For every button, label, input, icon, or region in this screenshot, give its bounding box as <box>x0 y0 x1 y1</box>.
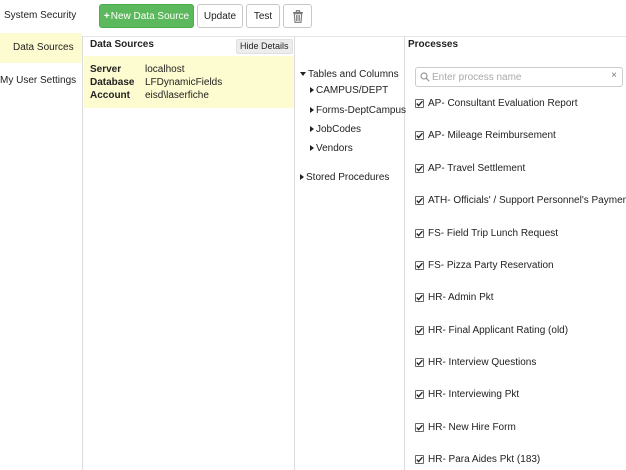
process-label: AP- Consultant Evaluation Report <box>428 98 578 109</box>
caret-right-icon <box>310 145 314 151</box>
process-label: HR- Final Applicant Rating (old) <box>428 325 569 336</box>
tree-node-label: Stored Procedures <box>306 172 390 183</box>
nav-item-data-sources[interactable]: Data Sources <box>0 33 82 63</box>
hide-details-button[interactable]: Hide Details <box>236 39 293 54</box>
left-nav: System Security Data Sources My User Set… <box>0 0 82 470</box>
detail-row-database: Database LFDynamicFields <box>90 76 222 90</box>
datasource-details[interactable]: Server localhost Database LFDynamicFields … <box>84 56 294 108</box>
caret-down-icon <box>300 72 306 76</box>
tree-node-label: Tables and Columns <box>308 69 399 80</box>
checkbox-checked-icon[interactable] <box>415 261 424 270</box>
datasources-divider <box>294 36 295 470</box>
process-item[interactable]: HR- Admin Pkt <box>415 290 626 306</box>
toolbar-divider <box>82 36 626 37</box>
checkbox-checked-icon[interactable] <box>415 131 424 140</box>
detail-row-account: Account eisd\laserfiche <box>90 89 209 103</box>
new-data-source-label: New Data Source <box>110 10 190 22</box>
process-search-box: × <box>415 67 623 87</box>
checkbox-checked-icon[interactable] <box>415 326 424 335</box>
process-label: FS- Pizza Party Reservation <box>428 260 554 271</box>
nav-divider <box>82 36 83 470</box>
tree-node-stored-procedures[interactable]: Stored Procedures <box>300 172 389 183</box>
process-label: ATH- Officials' / Support Personnel's Pa… <box>428 195 626 206</box>
process-label: FS- Field Trip Lunch Request <box>428 228 559 239</box>
process-search-input[interactable] <box>432 70 602 84</box>
process-label: HR- Para Aides Pkt (183) <box>428 454 541 465</box>
checkbox-checked-icon[interactable] <box>415 229 424 238</box>
checkbox-checked-icon[interactable] <box>415 423 424 432</box>
checkbox-checked-icon[interactable] <box>415 99 424 108</box>
process-item[interactable]: ATH- Officials' / Support Personnel's Pa… <box>415 193 626 209</box>
process-item[interactable]: HR- New Hire Form <box>415 420 626 436</box>
checkbox-checked-icon[interactable] <box>415 164 424 173</box>
process-item[interactable]: FS- Field Trip Lunch Request <box>415 226 626 242</box>
caret-right-icon <box>310 126 314 132</box>
tree-node-label: Forms-DeptCampus <box>316 105 407 116</box>
tree-node-label: CAMPUS/DEPT <box>316 85 389 96</box>
tree-node-label: JobCodes <box>316 124 362 135</box>
process-label: HR- Admin Pkt <box>428 292 494 303</box>
checkbox-checked-icon[interactable] <box>415 455 424 464</box>
tree-node-table[interactable]: CAMPUS/DEPT <box>310 85 388 96</box>
process-label: HR- Interviewing Pkt <box>428 389 520 400</box>
detail-value: eisd\laserfiche <box>145 90 209 101</box>
detail-value: localhost <box>145 64 185 75</box>
clear-icon[interactable]: × <box>611 70 617 81</box>
process-label: AP- Mileage Reimbursement <box>428 130 556 141</box>
process-item[interactable]: HR- Final Applicant Rating (old) <box>415 323 626 339</box>
tree-divider <box>404 36 405 470</box>
detail-key: Database <box>90 77 135 88</box>
delete-button[interactable] <box>283 4 312 28</box>
detail-row-server: Server localhost <box>90 63 184 77</box>
checkbox-checked-icon[interactable] <box>415 390 424 399</box>
detail-value: LFDynamicFields <box>145 77 223 88</box>
checkbox-checked-icon[interactable] <box>415 358 424 367</box>
tree-node-table[interactable]: Forms-DeptCampus <box>310 105 406 116</box>
process-item[interactable]: FS- Pizza Party Reservation <box>415 258 626 274</box>
detail-key: Server <box>90 64 122 75</box>
process-item[interactable]: AP- Travel Settlement <box>415 161 626 177</box>
caret-right-icon <box>300 174 304 180</box>
test-button[interactable]: Test <box>246 4 280 28</box>
nav-item-my-user-settings[interactable]: My User Settings <box>0 66 82 96</box>
process-item[interactable]: HR- Interview Questions <box>415 355 626 371</box>
tree-node-label: Vendors <box>316 143 353 154</box>
process-item[interactable]: AP- Mileage Reimbursement <box>415 128 626 144</box>
process-label: AP- Travel Settlement <box>428 163 526 174</box>
search-icon <box>420 72 430 82</box>
process-item[interactable]: HR- Para Aides Pkt (183) <box>415 452 626 468</box>
toolbar: + New Data Source Update Test <box>83 0 626 36</box>
process-label: HR- Interview Questions <box>428 357 537 368</box>
checkbox-checked-icon[interactable] <box>415 196 424 205</box>
detail-key: Account <box>90 90 130 101</box>
plus-icon: + <box>103 10 110 22</box>
nav-item-system-security[interactable]: System Security <box>0 1 86 31</box>
tree-node-table[interactable]: JobCodes <box>310 124 361 135</box>
new-data-source-button[interactable]: + New Data Source <box>99 4 194 28</box>
process-label: HR- New Hire Form <box>428 422 516 433</box>
datasources-header: Data Sources <box>90 39 154 50</box>
tree-node-table[interactable]: Vendors <box>310 143 353 154</box>
update-button[interactable]: Update <box>197 4 243 28</box>
caret-right-icon <box>310 107 314 113</box>
process-item[interactable]: AP- Consultant Evaluation Report <box>415 96 626 112</box>
process-item[interactable]: HR- Interviewing Pkt <box>415 387 626 403</box>
caret-right-icon <box>310 87 314 93</box>
processes-header: Processes <box>408 39 459 50</box>
tree-node-tables[interactable]: Tables and Columns <box>300 69 399 80</box>
trash-icon <box>292 9 303 23</box>
checkbox-checked-icon[interactable] <box>415 293 424 302</box>
